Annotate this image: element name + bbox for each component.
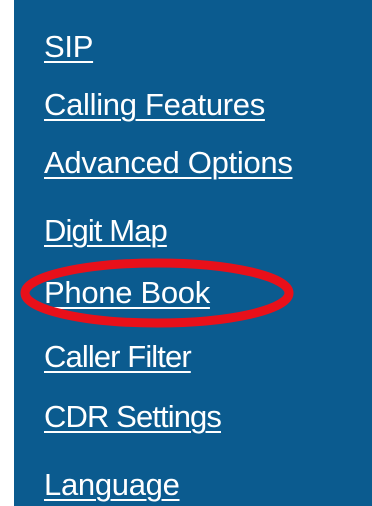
nav-item-advanced-options: Advanced Options: [44, 138, 293, 188]
nav-link-sip[interactable]: SIP: [44, 29, 93, 64]
nav-link-cdr-settings[interactable]: CDR Settings: [44, 399, 222, 434]
nav-item-calling-features: Calling Features: [44, 80, 265, 130]
nav-link-calling-features[interactable]: Calling Features: [44, 87, 265, 122]
nav-item-language: Language: [44, 460, 180, 506]
nav-link-language[interactable]: Language: [44, 467, 180, 502]
nav-item-sip: SIP: [44, 22, 93, 72]
settings-nav-panel: SIP Calling Features Advanced Options Di…: [14, 0, 372, 506]
nav-link-caller-filter[interactable]: Caller Filter: [44, 339, 192, 374]
nav-link-digit-map[interactable]: Digit Map: [44, 213, 168, 248]
nav-item-digit-map: Digit Map: [44, 206, 168, 256]
nav-item-cdr-settings: CDR Settings: [44, 392, 222, 442]
nav-link-advanced-options[interactable]: Advanced Options: [44, 145, 293, 180]
nav-item-phone-book: Phone Book: [44, 268, 210, 318]
nav-item-caller-filter: Caller Filter: [44, 332, 192, 382]
nav-link-phone-book[interactable]: Phone Book: [44, 275, 210, 310]
